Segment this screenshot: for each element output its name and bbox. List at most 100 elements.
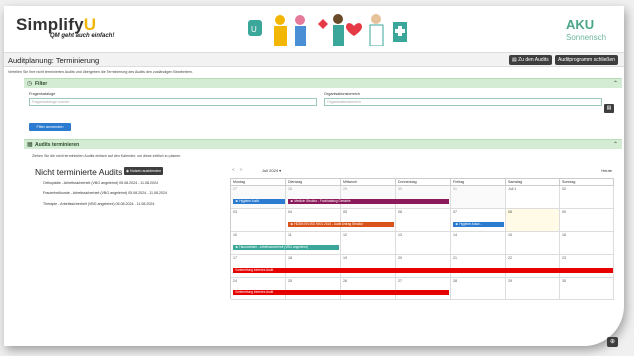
- list-item[interactable]: Frauenheilkunde - Arbeitssicherheit (VBG…: [43, 191, 167, 195]
- calendar-day-cell[interactable]: 10: [231, 232, 286, 255]
- event-label: Hygiene Ausw...: [459, 222, 482, 226]
- calendar-day-cell[interactable]: 16: [560, 232, 614, 255]
- calendar-day-cell[interactable]: 30: [560, 278, 614, 300]
- filter-section-header[interactable]: ◷ Filter ⌃: [24, 78, 622, 88]
- calendar-day-cell[interactable]: 11: [286, 232, 341, 255]
- calendar: < > Juli 2024 ▾ Heute Montag Dienstag Mi…: [230, 165, 614, 300]
- clipboard-icon[interactable]: ▤: [604, 104, 614, 113]
- chevron-up-icon[interactable]: ⌃: [613, 80, 618, 87]
- dayname-saturday: Samstag: [506, 179, 560, 186]
- calendar-day-cell[interactable]: Juli 1: [506, 186, 560, 209]
- calendar-day-cell[interactable]: 17: [231, 255, 286, 278]
- calendar-day-cell[interactable]: 06: [396, 209, 451, 232]
- calendar-month-select[interactable]: Juli 2024 ▾: [262, 168, 281, 173]
- user-icon: ☻: [455, 222, 459, 226]
- calendar-day-cell[interactable]: 26: [341, 278, 396, 300]
- apply-filter-button[interactable]: Filter anwenden: [29, 123, 71, 131]
- next-month-button[interactable]: >: [240, 167, 243, 172]
- hide-users-label: Nutzen ausblenden: [130, 168, 162, 173]
- calendar-day-cell[interactable]: 28: [451, 278, 506, 300]
- to-audits-button[interactable]: ▤ Zu den Audits: [509, 55, 552, 65]
- calendar-day-cell[interactable]: 05: [341, 209, 396, 232]
- calendar-day-cell[interactable]: 25: [286, 278, 341, 300]
- org-input[interactable]: Organisationsbereich: [324, 98, 602, 106]
- page-titlebar: Auditplanung: Terminierung ▤ Zu den Audi…: [4, 52, 624, 67]
- dayname-friday: Freitag: [451, 179, 506, 186]
- calendar-event[interactable]: ☻ Hausmeister - Arbeitssicherheit (VBG a…: [233, 245, 339, 250]
- calendar-day-cell[interactable]: 30: [396, 186, 451, 209]
- close-program-button[interactable]: Auditprogramm schließen: [555, 55, 618, 65]
- calendar-event[interactable]: Vorbereitung internes Audit: [233, 290, 449, 295]
- calendar-day-cell[interactable]: 22: [506, 255, 560, 278]
- partner-name: AKU: [566, 17, 595, 32]
- schedule-hint: Ziehen Sie die nicht terminierten Audits…: [32, 154, 182, 158]
- event-label: Vorbereitung internes Audit: [235, 268, 274, 272]
- calendar-event[interactable]: ☻ Hygiene Ausw...: [453, 222, 504, 227]
- unterminated-audits-title: Nicht terminierte Audits: [35, 167, 123, 177]
- schedule-section-title: Audits terminieren: [35, 142, 80, 148]
- calendar-day-cell[interactable]: 09: [560, 209, 614, 232]
- calendar-day-cell[interactable]: 28: [286, 186, 341, 209]
- chevron-up-icon[interactable]: ⌃: [613, 141, 618, 148]
- calendar-icon: ▦: [27, 141, 33, 148]
- calendar-day-cell[interactable]: 29: [341, 186, 396, 209]
- app-window: SimplifyU QM geht auch einfach! U AKU So…: [4, 6, 624, 346]
- calendar-event[interactable]: ☻ Hygiene Audit: [233, 199, 285, 204]
- calendar-day-cell[interactable]: 31: [451, 186, 506, 209]
- user-icon: ☻: [290, 222, 294, 226]
- dayname-thursday: Donnerstag: [396, 179, 451, 186]
- app-header: SimplifyU QM geht auch einfach! U AKU So…: [4, 6, 624, 48]
- dayname-tuesday: Dienstag: [286, 179, 341, 186]
- fragenkataloge-label: Fragenkataloge: [29, 92, 56, 96]
- user-icon: ☻: [235, 245, 239, 249]
- org-label: Organisationsbereich: [324, 92, 360, 96]
- calendar-day-cell[interactable]: 04: [286, 209, 341, 232]
- calendar-day-cell[interactable]: 14: [451, 232, 506, 255]
- calendar-event[interactable]: ☻ Medizin Struktur - Fachkatalog Geriatr…: [288, 199, 449, 204]
- org-placeholder: Organisationsbereich: [327, 100, 361, 104]
- calendar-day-cell[interactable]: 23: [560, 255, 614, 278]
- healthcare-illustration-icon: U: [248, 14, 407, 46]
- calendar-grid: Montag Dienstag Mittwoch Donnerstag Frei…: [230, 178, 614, 300]
- list-item[interactable]: Therapie - Arbeitssicherheit (VBG angele…: [43, 202, 154, 206]
- calendar-day-cell[interactable]: 13: [396, 232, 451, 255]
- list-icon: ▤: [512, 57, 517, 63]
- calendar-day-cell[interactable]: 02: [560, 186, 614, 209]
- schedule-section-header[interactable]: ▦ Audits terminieren ⌃: [24, 139, 622, 149]
- calendar-day-cell[interactable]: 27: [231, 186, 286, 209]
- calendar-day-cell[interactable]: 08: [506, 209, 560, 232]
- calendar-day-cell[interactable]: 29: [506, 278, 560, 300]
- calendar-day-cell[interactable]: 19: [341, 255, 396, 278]
- fragenkataloge-placeholder: Fragenkataloge suchen: [32, 100, 70, 104]
- dayname-wednesday: Mittwoch: [341, 179, 396, 186]
- calendar-day-cell[interactable]: 20: [396, 255, 451, 278]
- calendar-event[interactable]: ☻ HDDN EN ISO 9001 2015 - Audit Antrag S…: [288, 222, 394, 227]
- calendar-day-cell[interactable]: 15: [506, 232, 560, 255]
- logo-main-text: Simplify: [16, 15, 84, 34]
- calendar-day-cell[interactable]: 24: [231, 278, 286, 300]
- calendar-day-cell[interactable]: 12: [341, 232, 396, 255]
- hide-users-button[interactable]: ◉ Nutzen ausblenden: [124, 167, 164, 175]
- zoom-icon[interactable]: ⊕: [607, 337, 618, 347]
- calendar-nav: < >: [232, 167, 242, 172]
- logo-u-letter: U: [83, 15, 97, 34]
- dayname-sunday: Sonntag: [560, 179, 614, 186]
- calendar-day-cell[interactable]: 03: [231, 209, 286, 232]
- fragenkataloge-input[interactable]: Fragenkataloge suchen: [29, 98, 317, 106]
- to-audits-label: Zu den Audits: [518, 57, 549, 63]
- event-label: Hygiene Audit: [239, 199, 259, 203]
- prev-month-button[interactable]: <: [232, 167, 235, 172]
- calendar-day-cell[interactable]: 27: [396, 278, 451, 300]
- calendar-event[interactable]: Vorbereitung internes Audit: [233, 268, 613, 273]
- simplifyu-logo[interactable]: SimplifyU: [16, 15, 96, 35]
- page-title: Auditplanung: Terminierung: [8, 56, 100, 65]
- calendar-day-cell[interactable]: 07: [451, 209, 506, 232]
- list-item[interactable]: Orthopädie - Arbeitssicherheit (VBG ange…: [43, 181, 158, 185]
- event-label: Vorbereitung internes Audit: [235, 290, 274, 294]
- calendar-day-cell[interactable]: 18: [286, 255, 341, 278]
- calendar-day-cell[interactable]: 21: [451, 255, 506, 278]
- today-button[interactable]: Heute: [601, 168, 612, 173]
- dayname-monday: Montag: [231, 179, 286, 186]
- svg-text:U: U: [251, 25, 257, 34]
- event-label: Hausmeister - Arbeitssicherheit (VBG ang…: [239, 245, 308, 249]
